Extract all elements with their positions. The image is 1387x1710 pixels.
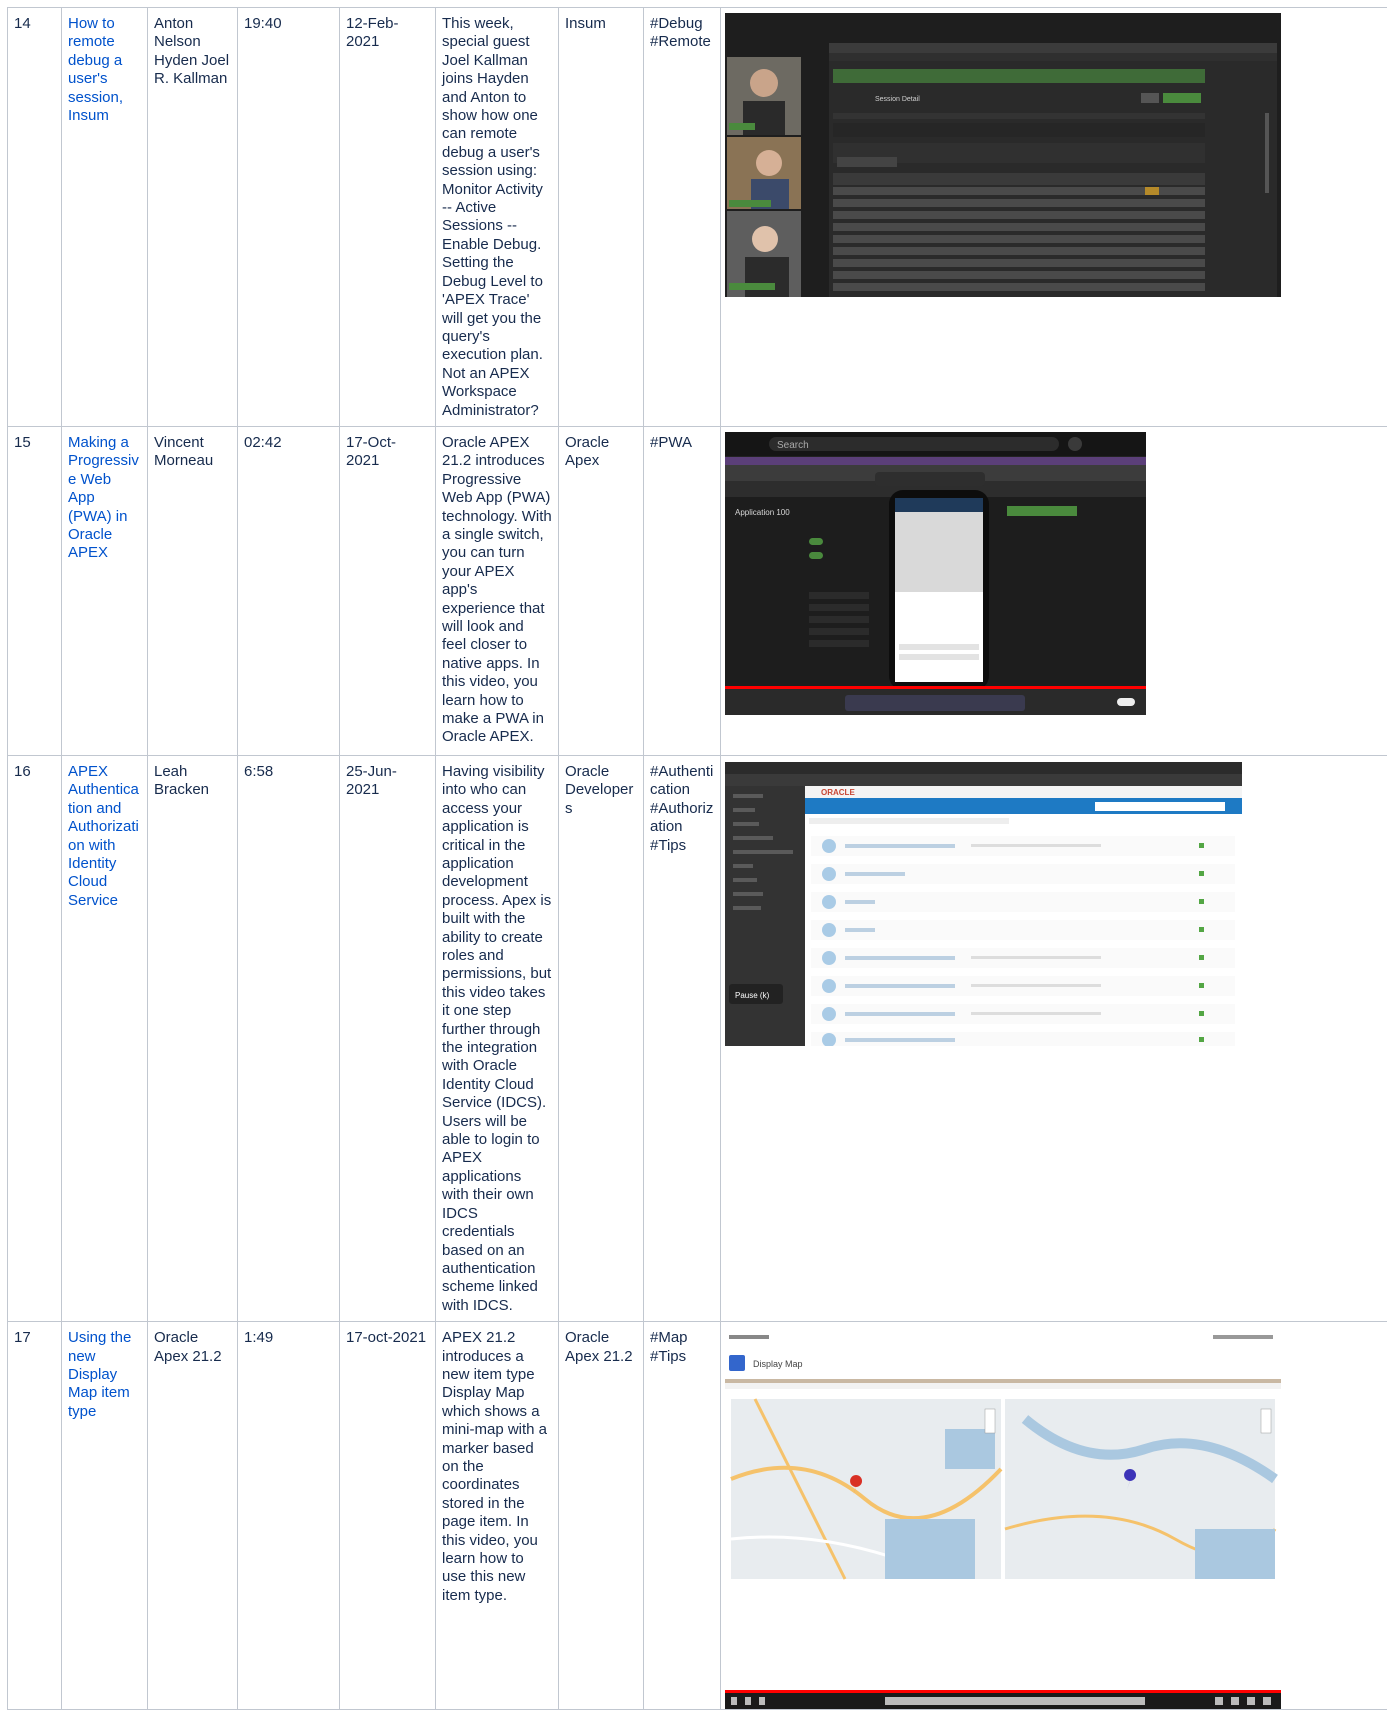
- description: This week, special guest Joel Kallman jo…: [435, 7, 559, 427]
- idcs-screenshot: Pause (k) ORACLE: [725, 761, 1242, 1046]
- pause-label: Pause (k): [735, 991, 770, 1000]
- tags: #PWA: [643, 425, 721, 756]
- oracle-logo: ORACLE: [821, 788, 855, 797]
- tags: #Debug #Remote: [643, 7, 721, 427]
- row-number: 16: [7, 754, 62, 1323]
- debug-session-screenshot: Session Detail: [725, 13, 1281, 297]
- duration: 19:40: [237, 7, 340, 427]
- table-row: 15 Making a Progressive Web App (PWA) in…: [7, 425, 1387, 756]
- table-row: 17 Using the new Display Map item type O…: [7, 1321, 1387, 1710]
- channel: Oracle Developers: [558, 754, 644, 1323]
- pwa-demo-screenshot: Search Application 100: [725, 431, 1146, 715]
- row-number: 15: [7, 425, 62, 756]
- table-row: 16 APEX Authentication and Authorization…: [7, 754, 1387, 1323]
- video-thumbnail[interactable]: Search Application 100: [725, 431, 1146, 715]
- region-title: Display Map: [753, 1359, 803, 1369]
- video-title-link[interactable]: How to remote debug a user's session, In…: [68, 15, 123, 124]
- session-detail-heading: Session Detail: [875, 96, 920, 103]
- description: Having visibility into who can access yo…: [435, 754, 559, 1323]
- publish-date: 17-Oct-2021: [339, 425, 436, 756]
- videos-table: 14 How to remote debug a user's session,…: [7, 7, 1387, 1710]
- channel: Oracle Apex 21.2: [558, 1321, 644, 1710]
- video-title-link[interactable]: Making a Progressive Web App (PWA) in Or…: [68, 434, 139, 561]
- presenters: Leah Bracken: [147, 754, 238, 1323]
- display-map-screenshot: Display Map: [725, 1329, 1281, 1709]
- video-thumbnail[interactable]: Pause (k) ORACLE: [725, 761, 1242, 1046]
- description: APEX 21.2 introduces a new item type Dis…: [435, 1321, 559, 1710]
- duration: 6:58: [237, 754, 340, 1323]
- duration: 1:49: [237, 1321, 340, 1710]
- table-row: 14 How to remote debug a user's session,…: [7, 7, 1387, 427]
- app-title: Application 100: [735, 508, 790, 517]
- row-number: 17: [7, 1321, 62, 1710]
- video-title-link[interactable]: Using the new Display Map item type: [68, 1329, 131, 1420]
- presenters: Vincent Morneau: [147, 425, 238, 756]
- channel: Oracle Apex: [558, 425, 644, 756]
- row-number: 14: [7, 7, 62, 427]
- video-thumbnail[interactable]: Display Map: [725, 1329, 1281, 1709]
- publish-date: 12-Feb-2021: [339, 7, 436, 427]
- publish-date: 17-oct-2021: [339, 1321, 436, 1710]
- tags: #Map #Tips: [643, 1321, 721, 1710]
- video-thumbnail[interactable]: Session Detail: [725, 13, 1281, 297]
- video-title-link[interactable]: APEX Authentication and Authorization wi…: [68, 763, 139, 909]
- search-text: Search: [777, 440, 809, 451]
- channel: Insum: [558, 7, 644, 427]
- tags: #Authentication #Authorization #Tips: [643, 754, 721, 1323]
- duration: 02:42: [237, 425, 340, 756]
- description: Oracle APEX 21.2 introduces Progressive …: [435, 425, 559, 756]
- presenters: Oracle Apex 21.2: [147, 1321, 238, 1710]
- presenters: Anton Nelson Hyden Joel R. Kallman: [147, 7, 238, 427]
- publish-date: 25-Jun-2021: [339, 754, 436, 1323]
